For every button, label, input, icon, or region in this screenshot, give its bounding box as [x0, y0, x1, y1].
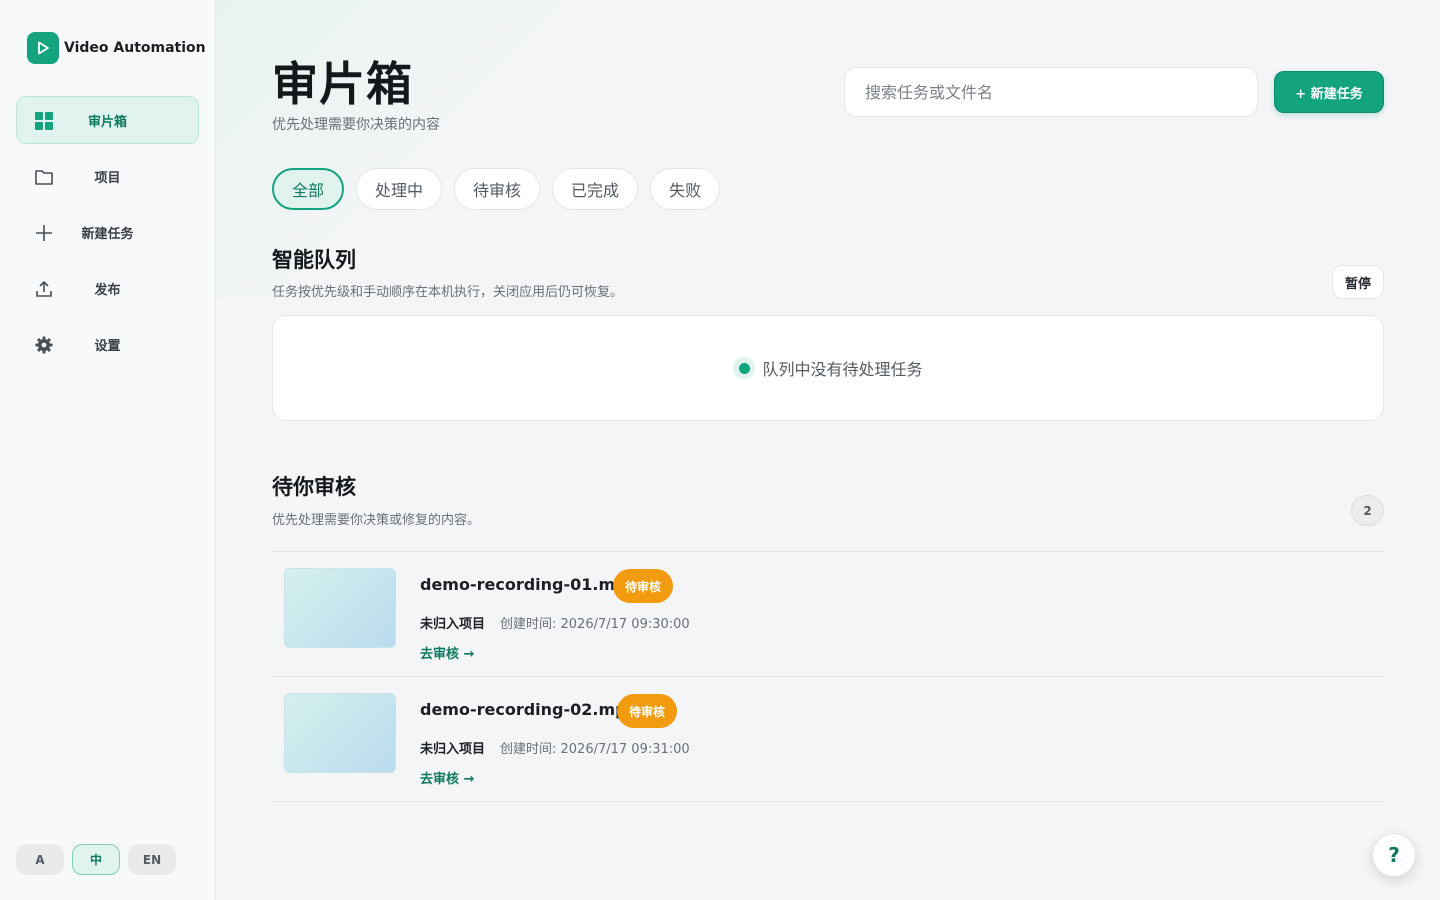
- queue-empty-text: 队列中没有待处理任务: [762, 360, 923, 379]
- video-thumbnail[interactable]: [284, 568, 396, 648]
- list-item: demo-recording-02.mp4 待审核 未归入项目 创建时间: 20…: [272, 677, 1384, 802]
- main-content: 审片箱 优先处理需要你决策的内容 + 新建任务 全部 处理中 待审核 已完成 失…: [216, 0, 1440, 900]
- lang-zh-button[interactable]: 中: [72, 844, 120, 875]
- status-badge: 待审核: [613, 569, 674, 603]
- sidebar-item-label: 设置: [94, 338, 121, 354]
- filter-all[interactable]: 全部: [272, 168, 345, 210]
- page-subtitle: 优先处理需要你决策的内容: [272, 117, 440, 133]
- status-dot-icon: [733, 357, 756, 379]
- sidebar-item-label: 项目: [94, 170, 121, 186]
- filter-processing[interactable]: 处理中: [356, 168, 443, 210]
- filter-pending-review[interactable]: 待审核: [454, 168, 541, 210]
- sidebar-item-new-task[interactable]: 新建任务: [16, 208, 199, 256]
- review-description: 优先处理需要你决策或修复的内容。: [272, 513, 481, 528]
- queue-title: 智能队列: [272, 248, 356, 272]
- sidebar-nav: 审片箱 项目 新建任务 发布 设置: [16, 96, 199, 376]
- sidebar-item-review-box[interactable]: 审片箱: [16, 96, 199, 144]
- help-button[interactable]: ?: [1372, 833, 1416, 877]
- created-time: 创建时间: 2026/7/17 09:30:00: [500, 617, 690, 632]
- brand: Video Automation: [27, 32, 206, 64]
- review-count-badge: 2: [1351, 495, 1384, 526]
- status-badge: 待审核: [617, 694, 678, 728]
- file-name: demo-recording-02.mp4: [420, 700, 638, 719]
- project-label: 未归入项目: [420, 617, 486, 632]
- filter-failed[interactable]: 失败: [650, 168, 721, 210]
- header-gradient: [216, 0, 576, 300]
- pause-button[interactable]: 暂停: [1332, 265, 1384, 299]
- created-time: 创建时间: 2026/7/17 09:31:00: [500, 742, 690, 757]
- language-switcher: A 中 EN: [16, 844, 184, 875]
- sidebar: Video Automation 审片箱 项目 新建任务 发布 设置 A 中 E…: [0, 0, 216, 900]
- lang-en-button[interactable]: EN: [128, 844, 176, 875]
- search-input[interactable]: [844, 67, 1258, 117]
- sidebar-item-projects[interactable]: 项目: [16, 152, 199, 200]
- go-review-link[interactable]: 去审核 →: [420, 643, 474, 662]
- queue-description: 任务按优先级和手动顺序在本机执行，关闭应用后仍可恢复。: [272, 285, 624, 300]
- review-list: demo-recording-01.mp4 待审核 未归入项目 创建时间: 20…: [272, 551, 1384, 802]
- sidebar-item-publish[interactable]: 发布: [16, 264, 199, 312]
- project-label: 未归入项目: [420, 742, 486, 757]
- sidebar-item-label: 新建任务: [81, 226, 134, 242]
- filter-tabs: 全部 处理中 待审核 已完成 失败: [272, 168, 732, 210]
- file-name: demo-recording-01.mp4: [420, 575, 638, 594]
- lang-auto-button[interactable]: A: [16, 844, 64, 875]
- play-logo-icon: [27, 32, 59, 64]
- go-review-link[interactable]: 去审核 →: [420, 768, 474, 787]
- list-item: demo-recording-01.mp4 待审核 未归入项目 创建时间: 20…: [272, 552, 1384, 677]
- video-thumbnail[interactable]: [284, 693, 396, 773]
- new-task-button[interactable]: + 新建任务: [1274, 71, 1384, 113]
- queue-panel: 队列中没有待处理任务: [272, 315, 1384, 421]
- sidebar-item-label: 发布: [94, 282, 121, 298]
- page-title: 审片箱: [272, 57, 413, 111]
- filter-completed[interactable]: 已完成: [552, 168, 639, 210]
- sidebar-item-label: 审片箱: [87, 114, 127, 130]
- sidebar-item-settings[interactable]: 设置: [16, 320, 199, 368]
- review-title: 待你审核: [272, 475, 356, 499]
- app-name: Video Automation: [64, 40, 206, 56]
